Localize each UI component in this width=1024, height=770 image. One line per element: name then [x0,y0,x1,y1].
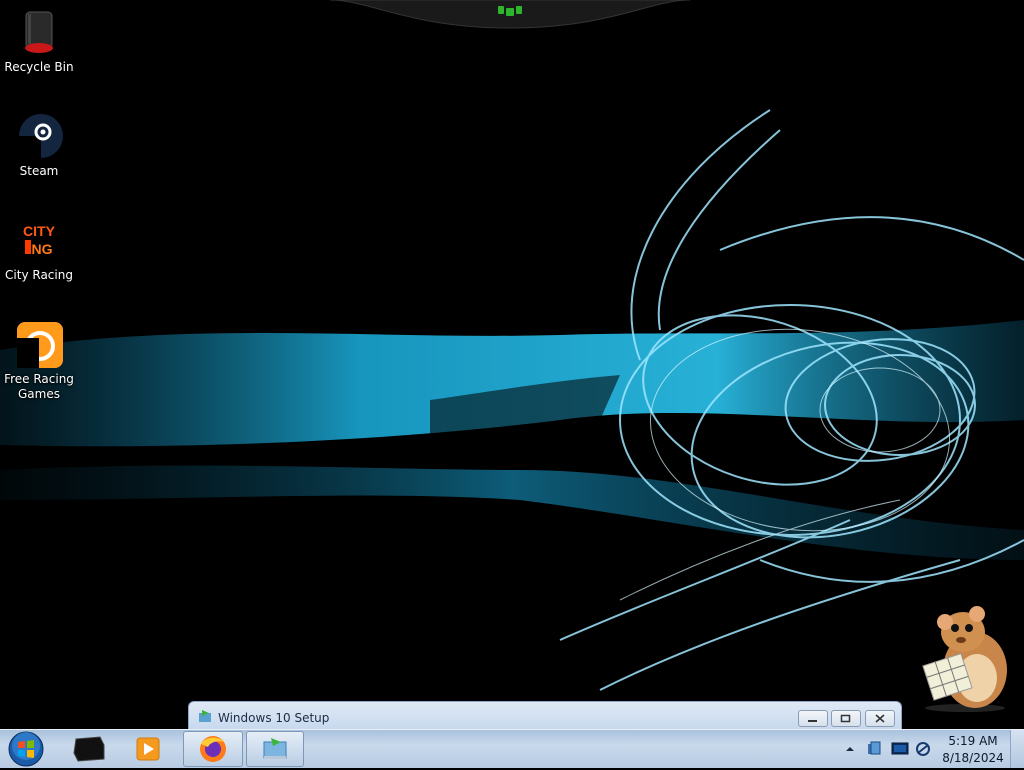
close-icon [875,714,885,723]
network-drive-icon[interactable] [866,741,882,757]
clock-time: 5:19 AM [948,734,998,748]
network-icon[interactable] [915,741,931,757]
desktop-icon-recycle-bin[interactable]: Recycle Bin [0,2,78,75]
taskbar-pinned-app-black-box[interactable] [66,731,114,767]
monitor-icon[interactable] [891,741,909,757]
desktop-icon-label: Recycle Bin [4,60,74,74]
clock-date: 8/18/2024 [942,751,1004,765]
desktop-icon-label: City Racing [5,268,73,282]
desktop-icon-label: Steam [19,164,59,178]
firefox-icon [200,736,226,762]
desktop-wallpaper [0,109,1024,691]
taskbar-pinned-app-media-player[interactable] [124,731,172,767]
media-player-icon [136,737,160,761]
restore-icon [840,714,851,723]
window-title: Windows 10 Setup [218,711,330,725]
setup-app-small-icon [199,710,211,722]
minimize-button[interactable] [798,710,828,727]
minimize-icon [808,720,817,722]
setup-window[interactable]: Windows 10 Setup [188,701,902,729]
desktop-icon-city-racing[interactable]: CITY NG City Racing [0,210,78,283]
start-orb-icon[interactable] [6,730,46,768]
free-racing-games-icon [15,320,63,368]
setup-app-icon [263,738,287,759]
restore-button[interactable] [831,710,861,727]
recycle-bin-icon [15,8,63,56]
desktop-icon-label: Free Racing Games [4,372,74,401]
desktop-icon-free-racing-games[interactable]: Free Racing Games [0,314,78,402]
svg-text:NG: NG [32,241,53,257]
taskbar-clock[interactable]: 5:19 AM 8/18/2024 [930,733,1016,767]
steam-icon [15,112,63,160]
top-gadget [330,0,690,29]
desktop-icon-steam[interactable]: Steam [0,106,78,179]
taskbar-app-firefox[interactable] [183,731,243,767]
hamster-gadget-icon[interactable] [905,600,1015,712]
show-desktop-button[interactable] [1010,730,1024,768]
black-box-icon [73,736,105,762]
taskbar-app-setup[interactable] [246,731,304,767]
close-button[interactable] [865,710,895,727]
city-racing-icon: CITY NG [15,216,63,264]
svg-text:CITY: CITY [23,223,56,239]
show-hidden-icons-arrow[interactable] [845,744,855,754]
